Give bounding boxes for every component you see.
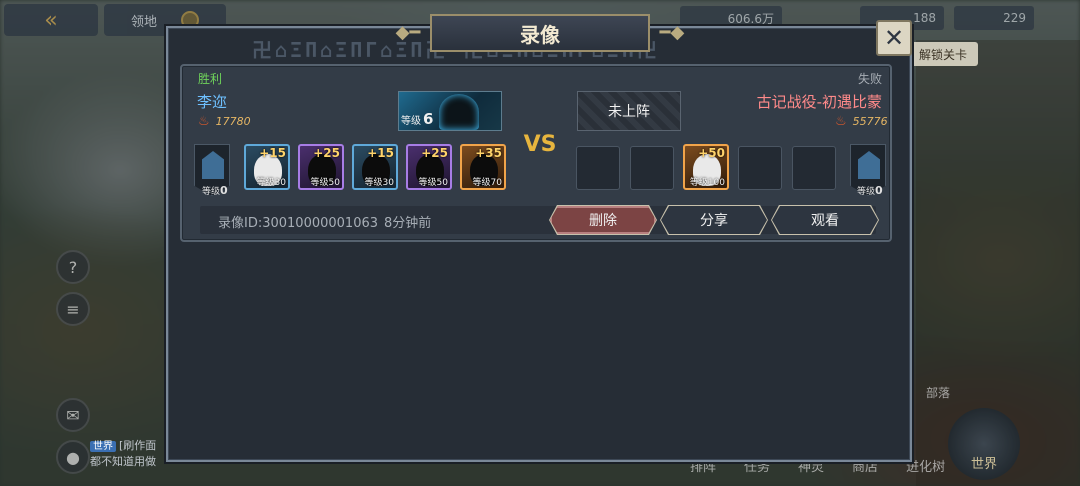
side-menu-button[interactable]: ≡ xyxy=(56,292,90,326)
back-arrow-icon: « xyxy=(44,7,58,33)
vs-label: VS xyxy=(523,131,557,157)
world-chat-preview[interactable]: 世界 [刷作面 都不知道用做 xyxy=(90,438,170,472)
hero-level: 等级50 xyxy=(418,178,448,188)
side-help-button[interactable]: ? xyxy=(56,250,90,284)
chat-channel-tag: 世界 xyxy=(90,441,116,452)
resource-gem-value: 188 xyxy=(913,11,936,25)
left-hero-4[interactable]: +25 等级50 xyxy=(406,144,452,190)
right-power-value: 55776 xyxy=(852,115,888,128)
resource-energy-value: 229 xyxy=(1003,11,1026,25)
replay-id: 录像ID:30010000001063 xyxy=(218,216,379,231)
chat-bubble-icon: ● xyxy=(66,447,80,467)
left-power: ♨ 17780 xyxy=(198,114,251,129)
side-mail-button[interactable]: ✉ xyxy=(56,398,90,432)
side-chat-button[interactable]: ● xyxy=(56,440,90,474)
hero-stars: +25 xyxy=(313,146,340,160)
left-leader-portrait[interactable]: 等级 6 xyxy=(398,91,502,131)
right-hero-1[interactable]: +50 等级100 xyxy=(683,144,729,190)
right-leader-empty: 未上阵 xyxy=(577,91,681,131)
menu-icon: ≡ xyxy=(66,299,80,319)
left-player-name: 李迩 xyxy=(197,93,228,111)
watch-button[interactable]: 观看 xyxy=(772,206,878,234)
leader-level: 等级 6 xyxy=(401,110,434,128)
right-empty-slot xyxy=(792,146,836,190)
right-empty-slot xyxy=(630,146,674,190)
right-result: 失败 xyxy=(858,72,883,86)
resource-gold-value: 606.6万 xyxy=(727,11,774,26)
right-player-name: 古记战役-初遇比蒙 xyxy=(756,93,882,111)
replay-time: 8分钟前 xyxy=(384,216,432,231)
hero-level: 等级30 xyxy=(364,178,394,188)
flame-icon: ♨ xyxy=(835,114,847,129)
left-hero-5[interactable]: +35 等级70 xyxy=(460,144,506,190)
hero-stars: +15 xyxy=(259,146,286,160)
chat-line-1: [刷作面 xyxy=(119,439,157,452)
close-x-icon: ✕ xyxy=(883,24,905,52)
back-button[interactable]: « xyxy=(4,4,98,36)
hero-level: 等级70 xyxy=(472,178,502,188)
left-power-value: 17780 xyxy=(215,115,251,128)
tribe-label[interactable]: 部落 xyxy=(926,384,950,401)
right-banner-level: 等级0 xyxy=(857,184,883,197)
hero-stars: +50 xyxy=(698,146,725,160)
mail-icon: ✉ xyxy=(66,405,80,425)
world-button[interactable]: 世界 xyxy=(948,408,1020,480)
delete-button[interactable]: 删除 xyxy=(550,206,656,234)
chat-line-2: 都不知道用做 xyxy=(90,455,156,468)
unlock-stage-tag[interactable]: 解锁关卡 xyxy=(908,42,978,66)
title-wing-right-icon: ━◆ xyxy=(659,21,685,43)
hero-stars: +15 xyxy=(367,146,394,160)
left-hero-3[interactable]: +15 等级30 xyxy=(352,144,398,190)
leader-silhouette-icon xyxy=(439,94,479,130)
left-result: 胜利 xyxy=(198,72,223,86)
left-hero-1[interactable]: +15 等级30 xyxy=(244,144,290,190)
right-empty-slot xyxy=(738,146,782,190)
hero-level: 等级30 xyxy=(256,178,286,188)
hero-level: 等级50 xyxy=(310,178,340,188)
question-icon: ? xyxy=(68,257,78,277)
hero-level: 等级100 xyxy=(689,178,725,188)
right-power: ♨ 55776 xyxy=(835,114,888,129)
right-empty-slot xyxy=(576,146,620,190)
share-button[interactable]: 分享 xyxy=(661,206,767,234)
world-label: 世界 xyxy=(970,457,997,472)
flame-icon: ♨ xyxy=(198,114,210,129)
dialog-title: 录像 xyxy=(430,14,650,52)
title-wing-left-icon: ◆━ xyxy=(395,21,421,43)
left-hero-2[interactable]: +25 等级50 xyxy=(298,144,344,190)
close-button[interactable]: ✕ xyxy=(876,20,912,56)
left-banner-level: 等级0 xyxy=(202,184,228,197)
resource-energy[interactable]: 229 xyxy=(954,6,1034,30)
hero-stars: +25 xyxy=(421,146,448,160)
territory-label: 领地 xyxy=(130,14,157,30)
hero-stars: +35 xyxy=(475,146,502,160)
